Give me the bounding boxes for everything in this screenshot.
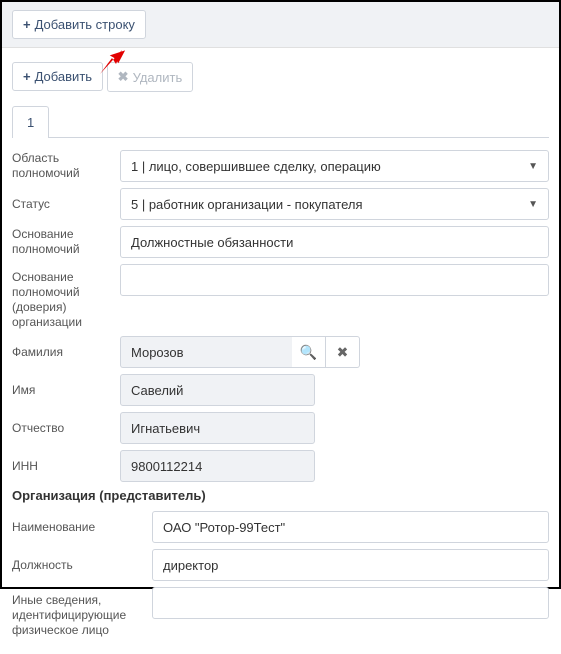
row-inn: ИНН 9800112214	[12, 450, 549, 482]
patronymic-label: Отчество	[12, 421, 120, 436]
org-name-input[interactable]	[152, 511, 549, 543]
authority-area-label: Область полномочий	[12, 151, 120, 181]
lastname-value: Морозов	[120, 336, 292, 368]
chevron-down-icon: ▼	[528, 161, 538, 172]
add-row-label: Добавить строку	[35, 17, 135, 32]
top-bar: + Добавить строку	[2, 2, 559, 48]
cross-icon: ✖	[118, 69, 129, 85]
org-section-title: Организация (представитель)	[12, 488, 549, 503]
tabs: 1	[12, 106, 549, 138]
add-label: Добавить	[35, 69, 92, 84]
status-select[interactable]: 5 | работник организации - покупателя ▼	[120, 188, 549, 220]
tab-1[interactable]: 1	[12, 106, 49, 138]
firstname-label: Имя	[12, 383, 120, 398]
row-basis: Основание полномочий	[12, 226, 549, 258]
firstname-value: Савелий	[120, 374, 315, 406]
row-org-name: Наименование	[12, 511, 549, 543]
row-authority-area: Область полномочий 1 | лицо, совершившее…	[12, 150, 549, 182]
add-row-button[interactable]: + Добавить строку	[12, 10, 146, 39]
row-basis-org: Основание полномочий (доверия) организац…	[12, 264, 549, 330]
basis-label: Основание полномочий	[12, 227, 120, 257]
row-other-info: Иные сведения, идентифицирующие физическ…	[12, 587, 549, 638]
plus-icon: +	[23, 69, 31, 84]
position-label: Должность	[12, 558, 152, 573]
delete-button[interactable]: ✖ Удалить	[107, 62, 194, 92]
search-icon: 🔍	[300, 344, 317, 361]
status-label: Статус	[12, 197, 120, 212]
other-info-label: Иные сведения, идентифицирующие физическ…	[12, 587, 152, 638]
patronymic-value: Игнатьевич	[120, 412, 315, 444]
row-firstname: Имя Савелий	[12, 374, 549, 406]
close-icon: ✖	[337, 344, 349, 361]
clear-button[interactable]: ✖	[326, 336, 360, 368]
search-button[interactable]: 🔍	[292, 336, 326, 368]
delete-label: Удалить	[133, 70, 183, 85]
basis-org-label: Основание полномочий (доверия) организац…	[12, 264, 120, 330]
position-input[interactable]	[152, 549, 549, 581]
row-status: Статус 5 | работник организации - покупа…	[12, 188, 549, 220]
row-position: Должность	[12, 549, 549, 581]
toolbar: + Добавить ✖ Удалить	[2, 48, 559, 102]
status-value: 5 | работник организации - покупателя	[131, 197, 363, 212]
add-button[interactable]: + Добавить	[12, 62, 103, 91]
chevron-down-icon: ▼	[528, 199, 538, 210]
basis-org-input[interactable]	[120, 264, 549, 296]
row-patronymic: Отчество Игнатьевич	[12, 412, 549, 444]
plus-icon: +	[23, 17, 31, 32]
org-name-label: Наименование	[12, 520, 152, 535]
lastname-label: Фамилия	[12, 345, 120, 360]
row-lastname: Фамилия Морозов 🔍 ✖	[12, 336, 549, 368]
lastname-group: Морозов 🔍 ✖	[120, 336, 360, 368]
inn-value: 9800112214	[120, 450, 315, 482]
basis-input[interactable]	[120, 226, 549, 258]
authority-area-select[interactable]: 1 | лицо, совершившее сделку, операцию ▼	[120, 150, 549, 182]
form: Область полномочий 1 | лицо, совершившее…	[2, 138, 559, 654]
other-info-input[interactable]	[152, 587, 549, 619]
inn-label: ИНН	[12, 459, 120, 474]
authority-area-value: 1 | лицо, совершившее сделку, операцию	[131, 159, 381, 174]
